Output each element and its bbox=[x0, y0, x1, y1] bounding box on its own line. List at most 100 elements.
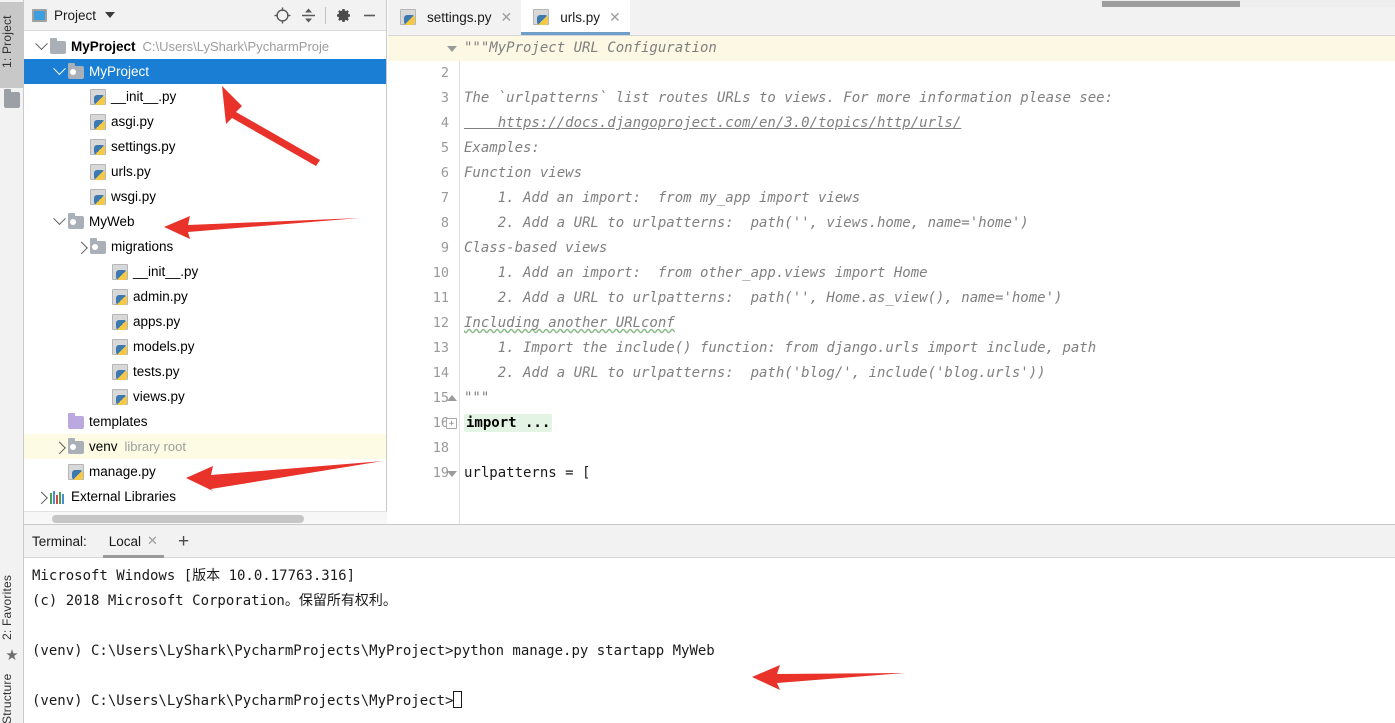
expand-toggle[interactable] bbox=[32, 491, 50, 505]
hide-panel-button[interactable] bbox=[356, 3, 382, 29]
tree-item-manage-py[interactable]: manage.py bbox=[24, 459, 386, 484]
terminal-cursor bbox=[453, 691, 463, 708]
close-icon[interactable]: ✕ bbox=[147, 533, 158, 549]
code-line[interactable]: import ... bbox=[388, 411, 1395, 436]
code-line[interactable]: """ bbox=[388, 386, 1395, 411]
fold-expand-icon[interactable]: + bbox=[446, 418, 457, 429]
editor-top-scrollbar[interactable] bbox=[1100, 0, 1395, 7]
code-line[interactable]: 1. Import the include() function: from d… bbox=[388, 336, 1395, 361]
sidebar-tab-favorites[interactable]: 2: Favorites bbox=[0, 566, 24, 652]
tree-item--init-py[interactable]: __init__.py bbox=[24, 259, 386, 284]
tree-item-tests-py[interactable]: tests.py bbox=[24, 359, 386, 384]
python-file-icon bbox=[400, 9, 416, 25]
editor-tab-settings-py[interactable]: settings.py ✕ bbox=[388, 0, 521, 35]
close-icon[interactable]: ✕ bbox=[501, 9, 513, 26]
code-line[interactable]: 2. Add a URL to urlpatterns: path('', vi… bbox=[388, 211, 1395, 236]
python-file-icon bbox=[90, 138, 106, 155]
tree-item-label: MyProject bbox=[89, 64, 150, 79]
code-line[interactable]: 2. Add a URL to urlpatterns: path('blog/… bbox=[388, 361, 1395, 386]
project-panel-horizontal-scrollbar[interactable] bbox=[24, 511, 387, 524]
tree-item-admin-py[interactable]: admin.py bbox=[24, 284, 386, 309]
tree-item--init-py[interactable]: __init__.py bbox=[24, 84, 386, 109]
tree-item-migrations[interactable]: migrations bbox=[24, 234, 386, 259]
tree-item-apps-py[interactable]: apps.py bbox=[24, 309, 386, 334]
terminal-label: Terminal: bbox=[32, 533, 87, 549]
fold-collapse-icon[interactable] bbox=[447, 46, 457, 52]
python-file-icon bbox=[90, 113, 106, 130]
editor-tab-label: urls.py bbox=[560, 9, 601, 25]
fold-end-icon[interactable] bbox=[447, 395, 457, 401]
folder-icon bbox=[50, 37, 66, 54]
code-text: 1. Add an import: from other_app.views i… bbox=[464, 265, 928, 281]
chevron-down-icon[interactable] bbox=[105, 12, 116, 18]
expand-toggle[interactable] bbox=[50, 62, 68, 76]
expand-toggle[interactable] bbox=[50, 212, 68, 226]
code-text: 1. Import the include() function: from d… bbox=[464, 340, 1097, 356]
terminal-output[interactable]: Microsoft Windows [版本 10.0.17763.316] (c)… bbox=[24, 558, 1395, 714]
close-icon[interactable]: ✕ bbox=[609, 9, 621, 26]
tree-item-models-py[interactable]: models.py bbox=[24, 334, 386, 359]
module-folder-icon bbox=[90, 237, 106, 254]
code-line[interactable]: Function views bbox=[388, 161, 1395, 186]
tree-item-suffix: library root bbox=[124, 439, 186, 454]
tree-item-venv[interactable]: venv library root bbox=[24, 434, 386, 459]
code-content[interactable]: """MyProject URL Configuration The `urlpa… bbox=[388, 36, 1395, 486]
tree-item-label: MyProject bbox=[71, 39, 136, 54]
code-line[interactable]: """MyProject URL Configuration bbox=[388, 36, 1395, 61]
expand-toggle[interactable] bbox=[32, 37, 50, 51]
locate-file-button[interactable] bbox=[269, 3, 295, 29]
tree-item-myproject[interactable]: MyProject bbox=[24, 59, 386, 84]
tree-item-views-py[interactable]: views.py bbox=[24, 384, 386, 409]
terminal-line-text: Microsoft Windows [版本 10.0.17763.316] bbox=[32, 568, 356, 584]
code-editor[interactable]: 123456789101112131415161819 """MyProject… bbox=[388, 36, 1395, 524]
code-line[interactable] bbox=[388, 436, 1395, 461]
project-file-tree[interactable]: MyProject C:\Users\LyShark\PycharmProje My… bbox=[24, 31, 386, 512]
code-line[interactable]: Examples: bbox=[388, 136, 1395, 161]
code-line[interactable]: 1. Add an import: from my_app import vie… bbox=[388, 186, 1395, 211]
code-line[interactable]: Class-based views bbox=[388, 236, 1395, 261]
code-line[interactable]: 2. Add a URL to urlpatterns: path('', Ho… bbox=[388, 286, 1395, 311]
tree-item-external-libraries[interactable]: External Libraries bbox=[24, 484, 386, 509]
code-line[interactable] bbox=[388, 61, 1395, 86]
tree-item-label: urls.py bbox=[111, 164, 151, 179]
terminal-tab-local[interactable]: Local ✕ bbox=[101, 525, 166, 558]
project-panel-title-group[interactable]: Project bbox=[32, 8, 116, 23]
collapse-all-button[interactable] bbox=[295, 3, 321, 29]
code-line[interactable]: https://docs.djangoproject.com/en/3.0/to… bbox=[388, 111, 1395, 136]
tree-item-wsgi-py[interactable]: wsgi.py bbox=[24, 184, 386, 209]
terminal-line-text: (c) 2018 Microsoft Corporation。保留所有权利。 bbox=[32, 593, 397, 609]
editor-tab-urls-py[interactable]: urls.py ✕ bbox=[521, 0, 630, 35]
tree-item-asgi-py[interactable]: asgi.py bbox=[24, 109, 386, 134]
scrollbar-thumb[interactable] bbox=[52, 515, 304, 523]
expand-toggle[interactable] bbox=[50, 441, 68, 455]
tree-item-myproject[interactable]: MyProject C:\Users\LyShark\PycharmProje bbox=[24, 34, 386, 59]
tree-item-urls-py[interactable]: urls.py bbox=[24, 159, 386, 184]
python-file-icon bbox=[112, 313, 128, 330]
tree-item-label: __init__.py bbox=[133, 264, 199, 279]
code-line[interactable]: The `urlpatterns` list routes URLs to vi… bbox=[388, 86, 1395, 111]
python-file-icon bbox=[68, 463, 84, 480]
tree-item-label: wsgi.py bbox=[111, 189, 157, 204]
new-terminal-button[interactable]: + bbox=[170, 532, 197, 551]
expand-toggle[interactable] bbox=[72, 241, 90, 255]
code-text: Examples: bbox=[464, 140, 540, 156]
code-text: urlpatterns = [ bbox=[464, 465, 591, 481]
sidebar-tab-structure[interactable]: Structure bbox=[0, 674, 24, 723]
settings-button[interactable] bbox=[330, 3, 356, 29]
code-line[interactable]: 1. Add an import: from other_app.views i… bbox=[388, 261, 1395, 286]
tree-item-label: tests.py bbox=[133, 364, 180, 379]
scrollbar-thumb[interactable] bbox=[1102, 1, 1240, 7]
code-line[interactable]: Including another URLconf bbox=[388, 311, 1395, 336]
tree-item-settings-py[interactable]: settings.py bbox=[24, 134, 386, 159]
sidebar-tab-project-label: 1: Project bbox=[0, 15, 14, 69]
code-text: import ... bbox=[464, 414, 553, 432]
sidebar-tab-project[interactable]: 1: Project bbox=[0, 2, 24, 88]
fold-collapse-icon[interactable] bbox=[447, 471, 457, 477]
project-panel-toolbar bbox=[269, 0, 382, 31]
tree-item-templates[interactable]: templates bbox=[24, 409, 386, 434]
tree-item-label: templates bbox=[89, 414, 148, 429]
code-line[interactable]: urlpatterns = [ bbox=[388, 461, 1395, 486]
code-text: 2. Add a URL to urlpatterns: path('', vi… bbox=[464, 215, 1029, 231]
code-text: https://docs.djangoproject.com/en/3.0/to… bbox=[464, 115, 962, 131]
tree-item-myweb[interactable]: MyWeb bbox=[24, 209, 386, 234]
